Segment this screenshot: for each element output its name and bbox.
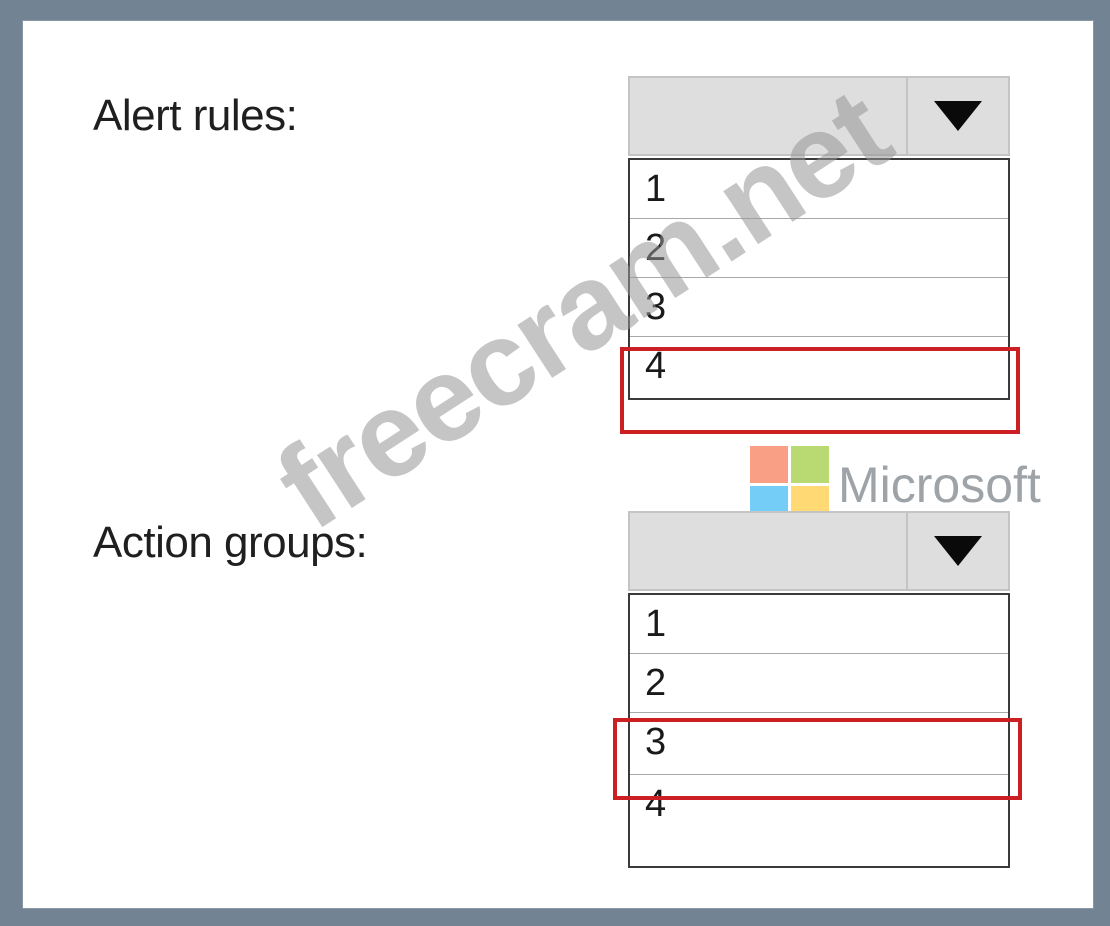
action-groups-option-3[interactable]: 3 xyxy=(630,713,1008,775)
action-groups-dropdown-toggle[interactable] xyxy=(906,513,1008,589)
action-groups-option-1[interactable]: 1 xyxy=(630,595,1008,654)
microsoft-wordmark: Microsoft xyxy=(838,457,1041,513)
chevron-down-icon xyxy=(934,536,982,566)
action-groups-options: 1 2 3 4 xyxy=(628,593,1010,868)
alert-rules-option-4[interactable]: 4 xyxy=(630,337,1008,396)
action-groups-dropdown[interactable] xyxy=(628,511,1010,591)
logo-green-square xyxy=(791,446,829,483)
answer-panel: Alert rules: 1 2 3 4 Microsoft Action gr… xyxy=(22,20,1094,909)
logo-red-square xyxy=(750,446,788,483)
alert-rules-option-3[interactable]: 3 xyxy=(630,278,1008,337)
action-groups-option-4[interactable]: 4 xyxy=(630,775,1008,865)
action-groups-label: Action groups: xyxy=(93,518,368,567)
action-groups-option-2[interactable]: 2 xyxy=(630,654,1008,713)
alert-rules-dropdown[interactable] xyxy=(628,76,1010,156)
alert-rules-option-1[interactable]: 1 xyxy=(630,160,1008,219)
alert-rules-dropdown-toggle[interactable] xyxy=(906,78,1008,154)
alert-rules-option-2[interactable]: 2 xyxy=(630,219,1008,278)
alert-rules-label: Alert rules: xyxy=(93,91,298,140)
alert-rules-options: 1 2 3 4 xyxy=(628,158,1010,400)
chevron-down-icon xyxy=(934,101,982,131)
